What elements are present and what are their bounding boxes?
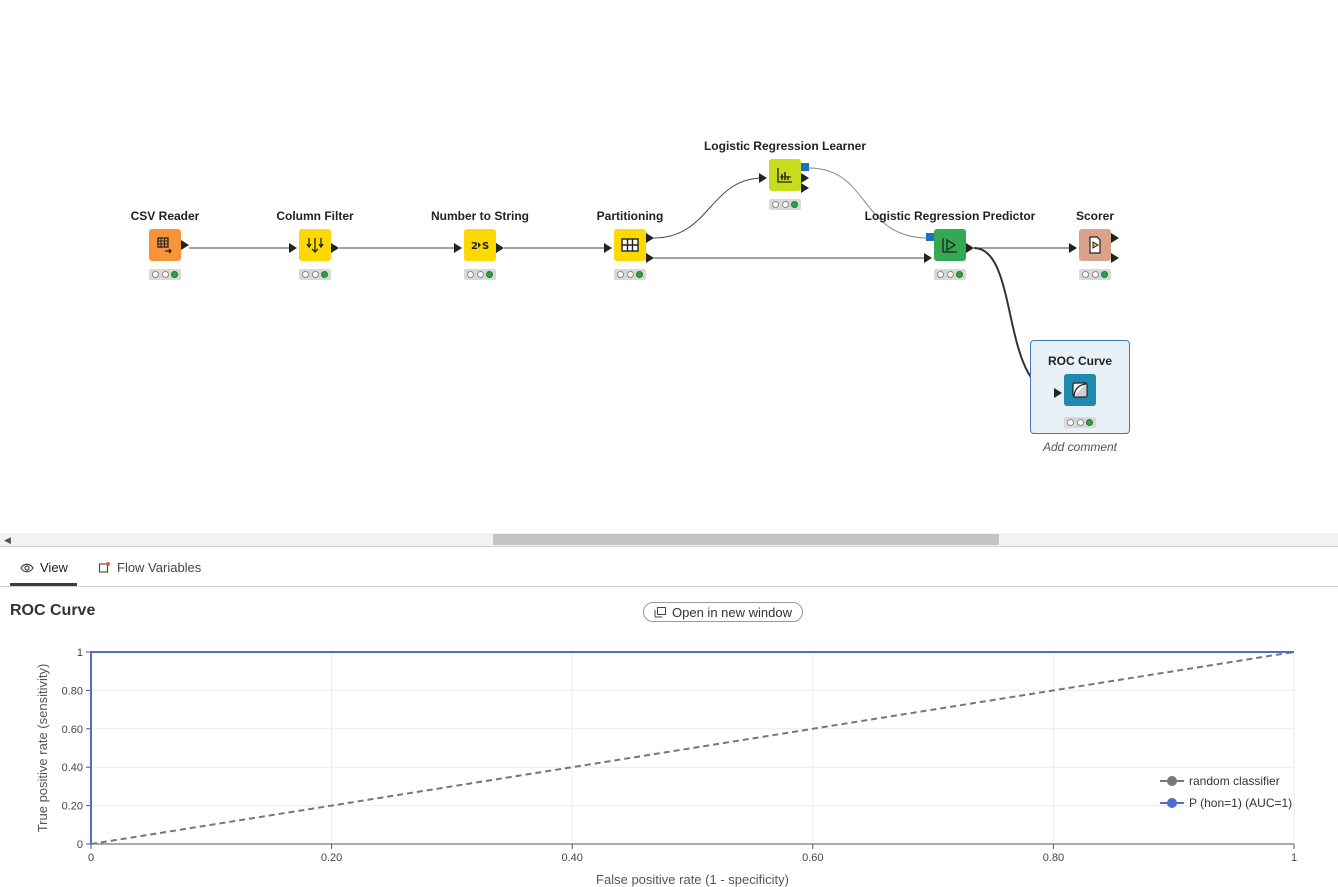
input-port[interactable] — [759, 173, 769, 183]
x-tick-label: 0.80 — [1043, 852, 1064, 864]
input-port[interactable] — [1054, 388, 1064, 398]
legend-label: P (hon=1) (AUC=1) — [1189, 796, 1292, 810]
roc-icon — [1064, 374, 1096, 406]
input-port[interactable] — [1069, 243, 1079, 253]
y-tick-label: 1 — [77, 647, 83, 659]
node-status — [464, 269, 496, 280]
model-input-port[interactable] — [926, 233, 934, 241]
output-port[interactable] — [1111, 253, 1121, 263]
node-status — [769, 199, 801, 210]
node-title: Scorer — [1075, 209, 1115, 223]
connection-learner-to-predictor — [808, 167, 929, 239]
model-output-port[interactable] — [801, 163, 809, 171]
node-title: Logistic Regression Learner — [703, 139, 867, 153]
scrollbar-thumb[interactable] — [493, 534, 999, 545]
output-port-test[interactable] — [646, 253, 656, 263]
roc-chart: 0 0.20 0.40 0.60 0.80 1 0 0.20 0.40 0.60 0.80 1 Fals… — [35, 647, 1297, 887]
svg-text:2: 2 — [471, 241, 478, 252]
open-in-new-window-label: Open in new window — [672, 604, 792, 620]
legend-marker — [1167, 798, 1177, 808]
input-port[interactable] — [454, 243, 464, 253]
view-tabs: View Flow Variables — [0, 554, 1338, 587]
y-tick-label: 0.80 — [62, 685, 83, 697]
input-port[interactable] — [289, 243, 299, 253]
tab-flow-variables[interactable]: Flow Variables — [98, 560, 201, 575]
tab-label: View — [40, 560, 68, 575]
tab-label: Flow Variables — [117, 560, 202, 575]
output-port[interactable] — [181, 240, 191, 250]
add-comment-link[interactable]: Add comment — [1030, 440, 1130, 454]
output-port[interactable] — [801, 183, 811, 193]
y-tick-label: 0.20 — [62, 801, 83, 813]
output-port[interactable] — [966, 243, 976, 253]
output-port[interactable] — [1111, 233, 1121, 243]
node-partitioning[interactable]: Partitioning — [530, 208, 730, 280]
output-port[interactable] — [801, 173, 811, 183]
active-tab-indicator — [10, 583, 77, 586]
input-port[interactable] — [924, 253, 934, 263]
node-status — [614, 269, 646, 280]
external-window-icon — [654, 606, 667, 617]
x-tick-label: 0.20 — [321, 852, 342, 864]
x-tick-label: 0.40 — [561, 852, 582, 864]
node-status — [149, 269, 181, 280]
legend-label: random classifier — [1189, 774, 1280, 788]
node-status — [1079, 269, 1111, 280]
input-port[interactable] — [604, 243, 614, 253]
x-axis-label: False positive rate (1 - specificity) — [596, 872, 789, 887]
scorer-icon — [1079, 229, 1111, 261]
horizontal-scrollbar[interactable]: ◀ — [0, 533, 1338, 546]
svg-text:S: S — [482, 241, 489, 252]
flow-variable-icon — [98, 562, 110, 573]
open-in-new-window-button[interactable]: Open in new window — [643, 602, 803, 622]
grid-icon — [614, 229, 646, 261]
node-lr-learner[interactable]: Logistic Regression Learner — [685, 138, 885, 210]
output-port[interactable] — [496, 243, 506, 253]
scroll-left-arrow-icon[interactable]: ◀ — [4, 535, 11, 546]
x-tick-label: 1 — [1291, 852, 1297, 864]
table-read-icon — [149, 229, 181, 261]
eye-icon — [20, 563, 34, 572]
y-axis-label: True positive rate (sensitivity) — [35, 664, 50, 833]
tab-view[interactable]: View — [20, 560, 68, 575]
node-roc-curve[interactable]: ROC Curve — [980, 353, 1180, 428]
filter-icon — [299, 229, 331, 261]
y-tick-label: 0.40 — [62, 762, 83, 774]
node-scorer[interactable]: Scorer — [995, 208, 1195, 280]
node-title: Partitioning — [596, 209, 664, 223]
legend-marker — [1167, 776, 1177, 786]
series-line-random-classifier — [90, 651, 1295, 845]
node-status — [299, 269, 331, 280]
node-status — [1064, 417, 1096, 428]
node-status — [934, 269, 966, 280]
y-tick-label: 0.60 — [62, 724, 83, 736]
workflow-canvas[interactable]: CSV Reader Column Filter Number to Strin… — [0, 0, 1338, 533]
learner-chart-icon — [769, 159, 801, 191]
x-tick-label: 0.60 — [802, 852, 823, 864]
output-port[interactable] — [331, 243, 341, 253]
view-title: ROC Curve — [10, 602, 96, 619]
y-tick-label: 0 — [77, 839, 83, 851]
output-port-train[interactable] — [646, 233, 656, 243]
x-tick-label: 0 — [88, 852, 94, 864]
predictor-icon — [934, 229, 966, 261]
panel-divider[interactable] — [0, 546, 1338, 547]
node-title: ROC Curve — [1047, 354, 1112, 368]
convert-icon: 2S — [464, 229, 496, 261]
connections-layer — [189, 167, 1073, 394]
